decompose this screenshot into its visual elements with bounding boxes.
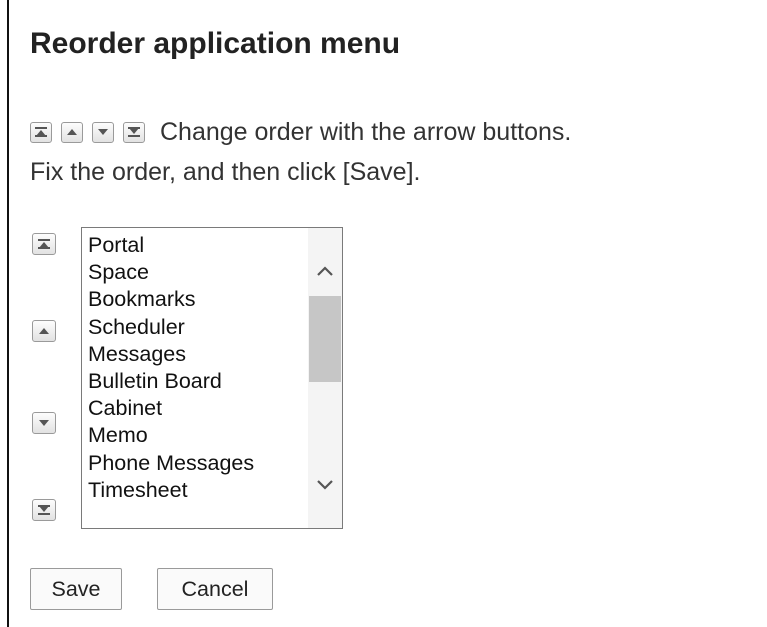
instructions-line-1: Change order with the arrow buttons.	[30, 112, 571, 152]
listbox-scrollbar[interactable]	[308, 228, 342, 528]
move-to-top-icon	[38, 239, 50, 249]
instructions-text-1: Change order with the arrow buttons.	[160, 118, 572, 146]
list-item[interactable]: Scheduler	[88, 314, 254, 341]
list-item[interactable]: Bulletin Board	[88, 368, 254, 395]
scroll-down-button[interactable]	[308, 470, 342, 500]
menu-options: Portal Space Bookmarks Scheduler Message…	[88, 232, 254, 504]
list-item[interactable]: Memo	[88, 422, 254, 449]
move-up-icon	[61, 121, 83, 143]
move-to-top-button[interactable]	[32, 233, 56, 255]
move-down-icon	[39, 420, 49, 426]
left-border	[7, 0, 9, 627]
list-item[interactable]: Cabinet	[88, 395, 254, 422]
list-item[interactable]: Space	[88, 259, 254, 286]
move-to-bottom-icon	[38, 505, 50, 515]
move-to-bottom-icon	[123, 121, 145, 143]
instructions-line-2: Fix the order, and then click [Save].	[30, 158, 421, 186]
move-down-button[interactable]	[32, 412, 56, 434]
move-up-button[interactable]	[32, 320, 56, 342]
page-title: Reorder application menu	[30, 27, 401, 60]
move-to-bottom-button[interactable]	[32, 499, 56, 521]
move-to-top-icon	[30, 121, 52, 143]
move-down-icon	[92, 121, 114, 143]
application-menu-listbox[interactable]: Portal Space Bookmarks Scheduler Message…	[81, 227, 343, 529]
move-up-icon	[39, 328, 49, 334]
cancel-button[interactable]: Cancel	[157, 568, 273, 610]
chevron-down-icon	[317, 480, 333, 490]
chevron-up-icon	[317, 266, 333, 276]
list-item[interactable]: Messages	[88, 341, 254, 368]
list-item[interactable]: Phone Messages	[88, 450, 254, 477]
scrollbar-thumb[interactable]	[309, 296, 341, 382]
list-item[interactable]: Timesheet	[88, 477, 254, 504]
list-item[interactable]: Bookmarks	[88, 286, 254, 313]
list-item[interactable]: Portal	[88, 232, 254, 259]
instructions: Change order with the arrow buttons. Fix…	[30, 112, 571, 192]
save-button[interactable]: Save	[30, 568, 122, 610]
scroll-up-button[interactable]	[308, 256, 342, 286]
